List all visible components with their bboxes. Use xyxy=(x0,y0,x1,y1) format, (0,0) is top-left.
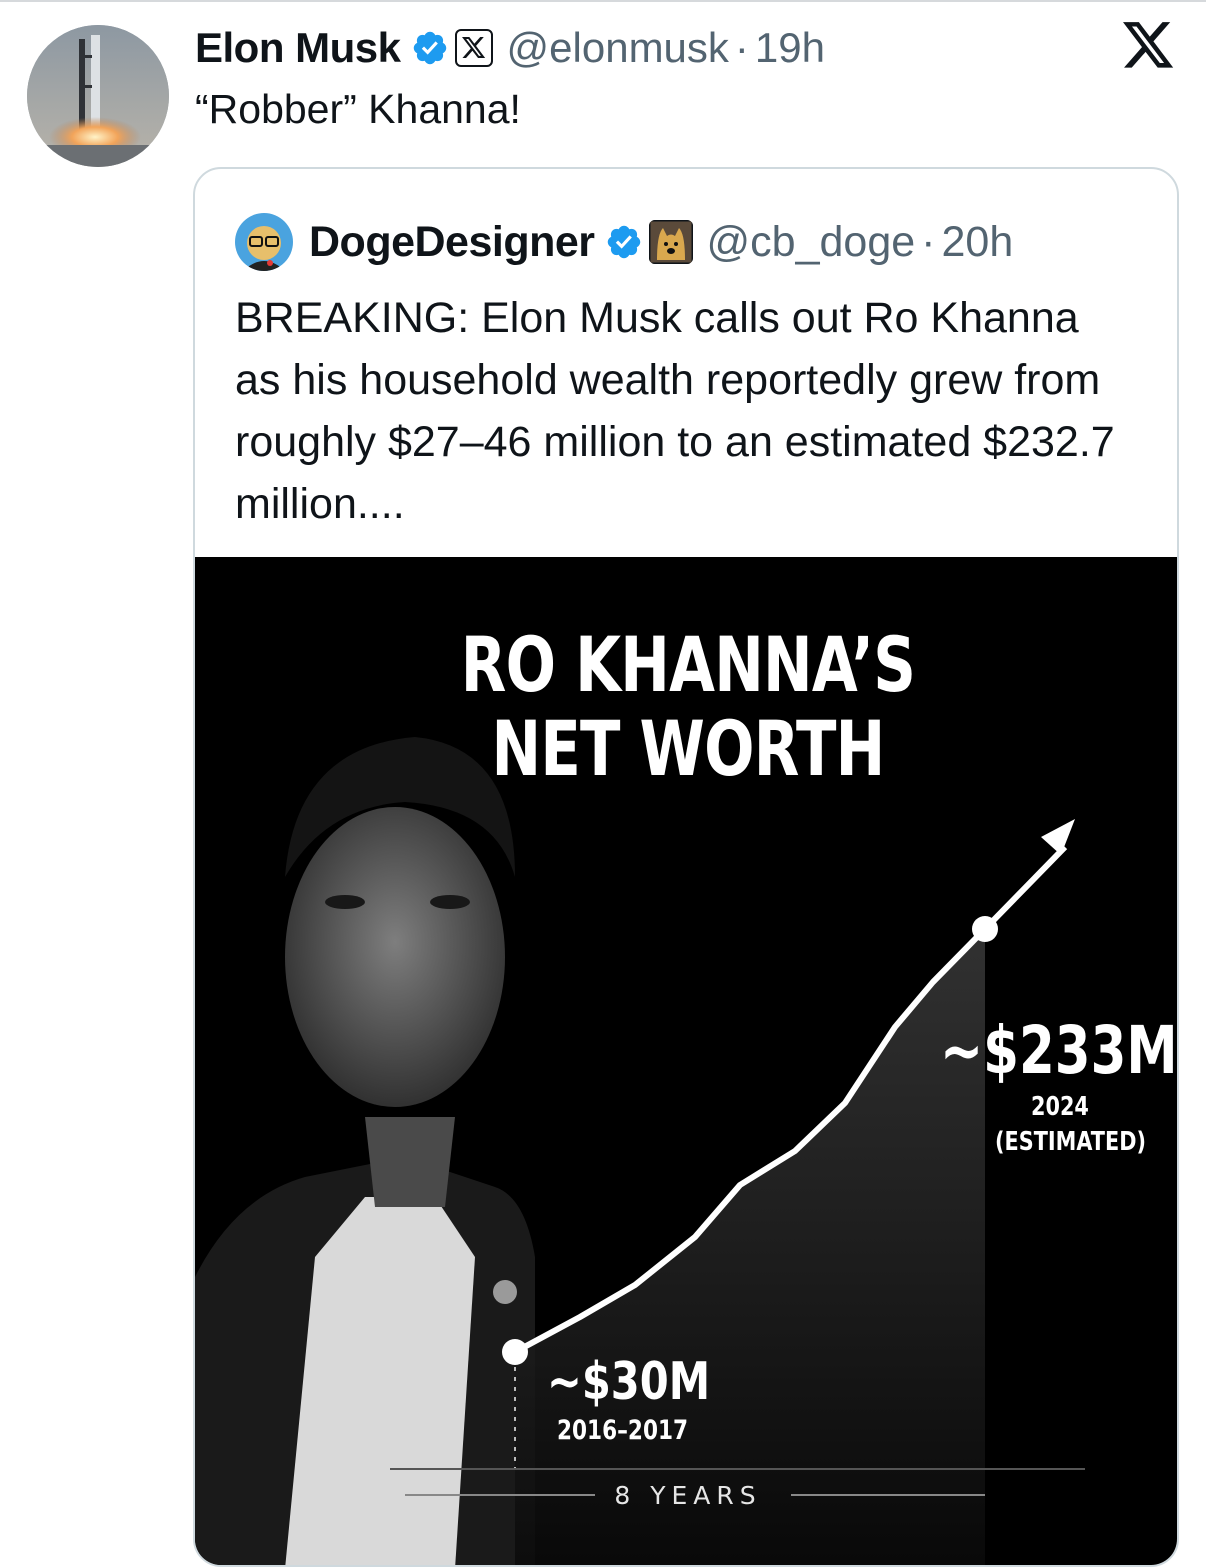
tweet-header: Elon Musk @elonmusk · 19h xyxy=(195,22,825,74)
start-point xyxy=(502,1339,528,1365)
quoted-tweet-card[interactable]: DogeDesigner @cb_doge · 20h BREAKING: El… xyxy=(193,167,1179,1567)
quote-author-avatar[interactable] xyxy=(235,213,293,271)
x-logo-icon[interactable] xyxy=(1123,22,1175,70)
meta-separator: · xyxy=(734,24,749,71)
author-avatar[interactable] xyxy=(27,25,169,167)
x-affiliate-badge-icon[interactable] xyxy=(454,29,493,67)
doge-avatar xyxy=(235,213,293,271)
growth-area xyxy=(515,929,985,1565)
graphic-title: RO KHANNA’S NET WORTH xyxy=(303,623,1072,791)
rocket-launch-image xyxy=(27,25,169,167)
growth-arrow-head xyxy=(1041,819,1075,855)
end-value-label: ~$233M xyxy=(940,1012,1178,1089)
quote-author-name[interactable]: DogeDesigner xyxy=(309,218,595,267)
end-point xyxy=(972,916,998,942)
author-handle[interactable]: @elonmusk xyxy=(507,24,729,72)
start-value-label: ~$30M xyxy=(547,1352,711,1412)
top-divider xyxy=(0,0,1206,2)
quote-media-image[interactable]: RO KHANNA’S NET WORTH ~$233M 2024 (ESTIM… xyxy=(195,557,1178,1565)
quote-text: BREAKING: Elon Musk calls out Ro Khanna … xyxy=(235,294,1115,528)
tweet-text: “Robber” Khanna! xyxy=(195,86,521,132)
tweet-time[interactable]: 19h xyxy=(755,24,825,72)
start-period-label: 2016–2017 xyxy=(557,1415,689,1446)
quote-header: DogeDesigner @cb_doge · 20h xyxy=(235,213,1013,271)
doge-badge-icon[interactable] xyxy=(648,220,693,264)
quote-author-handle[interactable]: @cb_doge xyxy=(707,218,916,267)
duration-label: 8 YEARS xyxy=(614,1481,762,1510)
quote-time[interactable]: 20h xyxy=(941,218,1013,267)
end-note-label: (ESTIMATED) xyxy=(995,1127,1146,1157)
portrait-silhouette xyxy=(195,737,535,1565)
author-name[interactable]: Elon Musk xyxy=(195,24,401,72)
quote-meta-separator: · xyxy=(921,217,936,266)
verified-badge-icon[interactable] xyxy=(605,223,643,261)
graphic-title-line1: RO KHANNA’S xyxy=(460,620,916,709)
verified-badge-icon[interactable] xyxy=(411,29,449,67)
graphic-title-line2: NET WORTH xyxy=(491,704,886,793)
end-year-label: 2024 xyxy=(1031,1092,1089,1122)
